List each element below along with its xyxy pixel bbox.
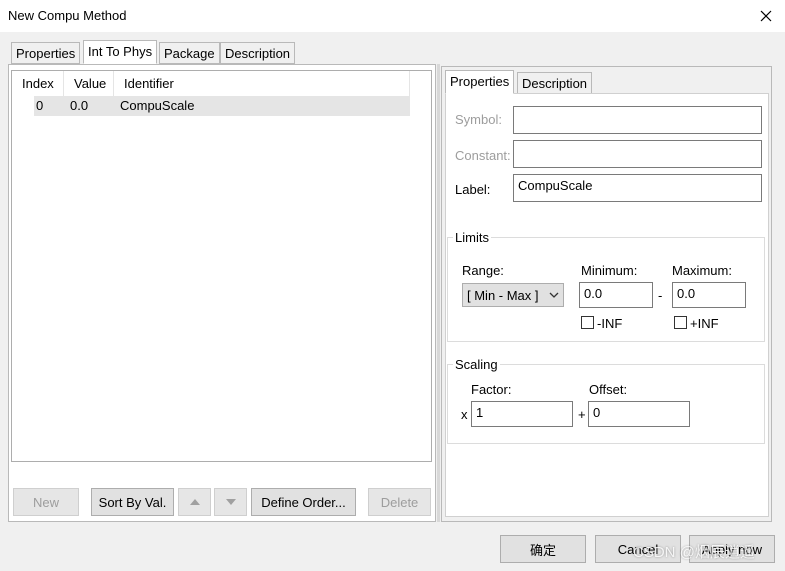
factor-field[interactable]: 1 [471,401,573,427]
symbol-label: Symbol: [455,112,502,127]
chevron-down-icon [549,292,559,298]
new-button[interactable]: New [13,488,79,516]
triangle-down-icon [225,499,236,505]
watermark: CSDN @烟辰逍遥 [633,544,755,561]
plus-inf-checkbox[interactable] [674,316,687,329]
constant-label: Constant: [455,148,511,163]
symbol-field[interactable] [513,106,762,134]
label-field[interactable]: CompuScale [513,174,762,202]
minimum-field[interactable]: 0.0 [579,282,653,308]
constant-field[interactable] [513,140,762,168]
minus-inf-checkbox[interactable] [581,316,594,329]
factor-label: Factor: [471,382,512,397]
table-row[interactable]: 0 0.0 CompuScale [34,96,410,116]
tab-right-properties[interactable]: Properties [445,70,515,94]
column-header-identifier[interactable]: Identifier [114,71,410,96]
label-label: Label: [455,182,491,197]
multiply-symbol: x [461,407,468,422]
column-header-value[interactable]: Value [64,71,114,96]
plus-symbol: + [578,407,586,422]
range-dash: - [658,288,663,303]
row-identifier: CompuScale [120,98,195,113]
range-label: Range: [462,263,504,278]
define-order-button[interactable]: Define Order... [251,488,356,516]
close-icon [760,10,772,22]
row-value: 0.0 [70,98,89,113]
tab-right-description[interactable]: Description [517,72,593,94]
maximum-field[interactable]: 0.0 [672,282,746,308]
offset-field[interactable]: 0 [588,401,690,427]
scaling-title: Scaling [453,357,500,372]
tab-description[interactable]: Description [220,42,296,64]
row-index: 0 [36,98,44,113]
window-title: New Compu Method [8,8,127,23]
tab-properties[interactable]: Properties [11,42,81,64]
maximum-label: Maximum: [672,263,732,278]
triangle-up-icon [189,499,200,505]
move-up-button[interactable] [178,488,211,516]
compu-scale-list[interactable]: Index Value Identifier 0 0.0 CompuScale [11,70,432,462]
range-select[interactable]: [ Min - Max ] [462,283,564,307]
panel-splitter[interactable] [437,64,440,522]
range-select-value: [ Min - Max ] [467,287,539,303]
delete-button[interactable]: Delete [368,488,431,516]
plus-inf-label: +INF [690,316,719,331]
minus-inf-label: -INF [597,316,623,331]
offset-label: Offset: [589,382,628,397]
move-down-button[interactable] [214,488,247,516]
minimum-label: Minimum: [581,263,638,278]
tab-int-to-phys[interactable]: Int To Phys [83,40,158,64]
column-header-index[interactable]: Index [12,71,64,96]
title-bar: New Compu Method [0,0,785,32]
sort-by-value-button[interactable]: Sort By Val. [91,488,174,516]
close-button[interactable] [755,5,777,27]
ok-button[interactable]: 确定 [500,535,586,563]
limits-title: Limits [453,230,491,245]
tab-package[interactable]: Package [159,42,220,64]
